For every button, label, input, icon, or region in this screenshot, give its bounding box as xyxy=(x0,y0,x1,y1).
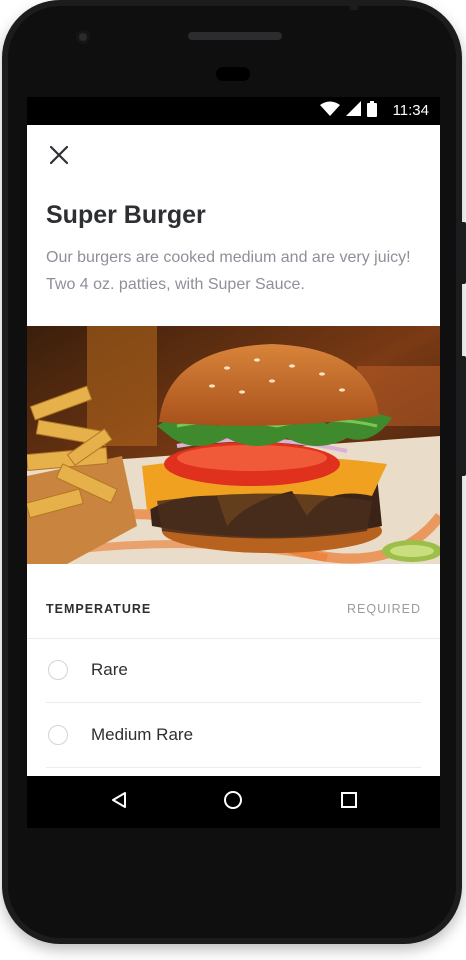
option-divider xyxy=(46,767,421,768)
home-icon xyxy=(223,790,243,815)
close-icon xyxy=(49,145,69,170)
back-icon xyxy=(110,791,128,814)
front-camera xyxy=(76,30,90,44)
home-button[interactable] xyxy=(220,789,246,815)
wifi-icon xyxy=(320,101,340,121)
screen: 11:34 Super Burger Our burgers are cooke… xyxy=(27,97,440,828)
earpiece-speaker xyxy=(188,32,282,40)
burger-photo xyxy=(27,326,440,564)
required-badge: REQUIRED xyxy=(347,602,421,616)
option-label: Rare xyxy=(91,660,128,679)
back-button[interactable] xyxy=(106,789,132,815)
recents-button[interactable] xyxy=(336,789,362,815)
recents-icon xyxy=(340,791,358,814)
item-title: Super Burger xyxy=(46,201,206,229)
option-rare[interactable]: Rare xyxy=(46,638,421,702)
radio-button[interactable] xyxy=(48,660,68,680)
signal-icon xyxy=(346,101,361,121)
navigation-bar xyxy=(27,776,440,828)
battery-icon xyxy=(367,100,377,122)
close-button[interactable] xyxy=(43,141,75,173)
proximity-sensor xyxy=(216,67,250,81)
option-medium-rare[interactable]: Medium Rare xyxy=(46,703,421,767)
temperature-title: TEMPERATURE xyxy=(46,602,152,616)
volume-button xyxy=(460,222,466,284)
item-description: Our burgers are cooked medium and are ve… xyxy=(46,249,411,293)
status-bar: 11:34 xyxy=(27,97,440,125)
radio-button[interactable] xyxy=(48,725,68,745)
power-nub xyxy=(350,0,358,10)
power-button xyxy=(460,356,466,476)
option-label: Medium Rare xyxy=(91,725,194,744)
status-time: 11:34 xyxy=(392,102,429,119)
phone-frame: 11:34 Super Burger Our burgers are cooke… xyxy=(2,0,466,944)
temperature-section-header: TEMPERATURE REQUIRED xyxy=(46,602,421,616)
